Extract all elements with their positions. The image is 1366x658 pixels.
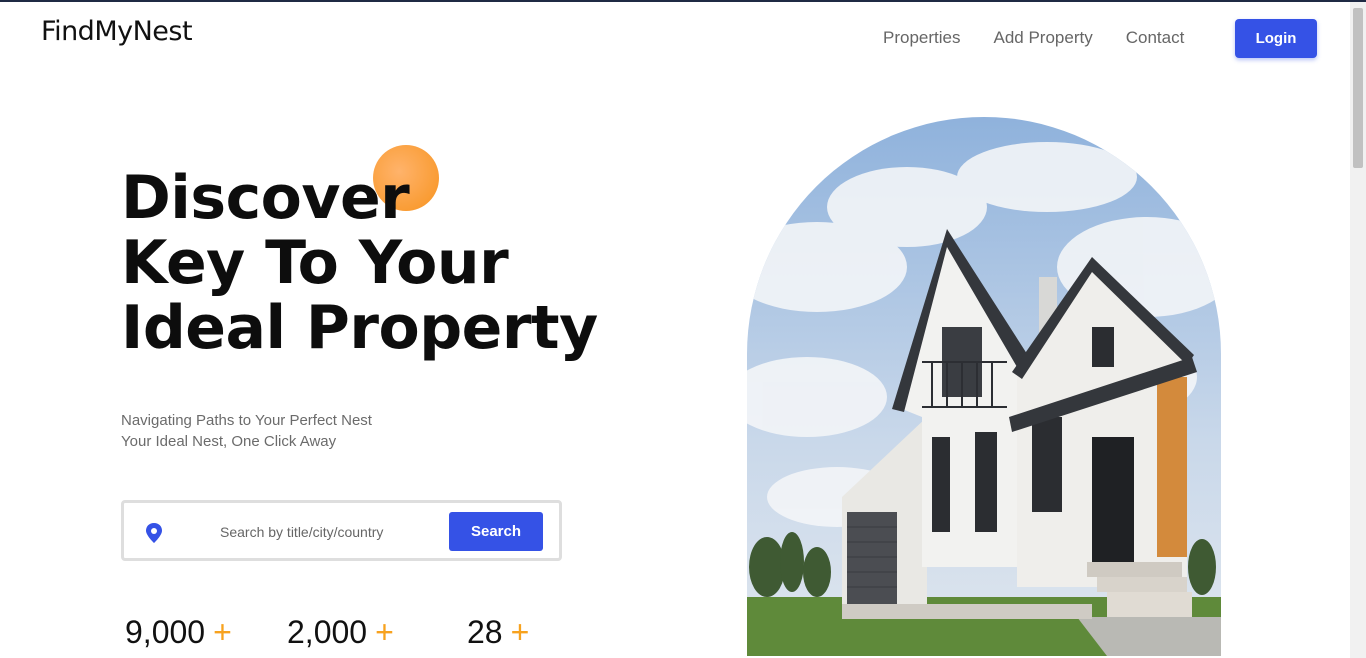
scrollbar-thumb[interactable] [1353,8,1363,168]
search-input[interactable] [220,521,400,543]
page-scrollbar[interactable] [1350,2,1366,658]
stat-plus: + [510,614,530,650]
hero-subtitle-line: Navigating Paths to Your Perfect Nest [121,412,372,429]
stat-item: 2,000 + [287,614,467,651]
search-bar: Search [121,500,562,561]
hero-subtitle-line: Your Ideal Nest, One Click Away [121,433,337,450]
hero-title-line: Key To Your [121,228,509,298]
stat-plus: + [375,614,394,650]
hero-title: Discover Key To Your Ideal Property [121,166,598,361]
hero-title-line: Discover [121,163,410,233]
hero-title-line: Ideal Property [121,293,598,363]
search-button[interactable]: Search [449,512,543,551]
stat-plus: + [213,614,232,650]
stat-value: 9,000 [125,614,206,650]
house-illustration [747,117,1221,656]
hero-house-image [747,117,1221,656]
stats-row: 9,000 + 2,000 + 28 + [125,614,529,651]
stat-value: 2,000 [287,614,368,650]
location-pin-icon [146,523,162,543]
nav-link-properties[interactable]: Properties [883,28,960,48]
stat-value: 28 [467,614,503,650]
login-button[interactable]: Login [1235,19,1317,58]
brand-logo[interactable]: FindMyNest [41,16,193,47]
hero-subtitle: Navigating Paths to Your Perfect Nest Yo… [121,410,372,452]
stat-item: 9,000 + [125,614,287,651]
navbar: FindMyNest Properties Add Property Conta… [0,2,1350,74]
stat-item: 28 + [467,614,529,651]
nav-links: Properties Add Property Contact [883,28,1184,48]
nav-link-contact[interactable]: Contact [1126,28,1185,48]
nav-link-add-property[interactable]: Add Property [993,28,1092,48]
